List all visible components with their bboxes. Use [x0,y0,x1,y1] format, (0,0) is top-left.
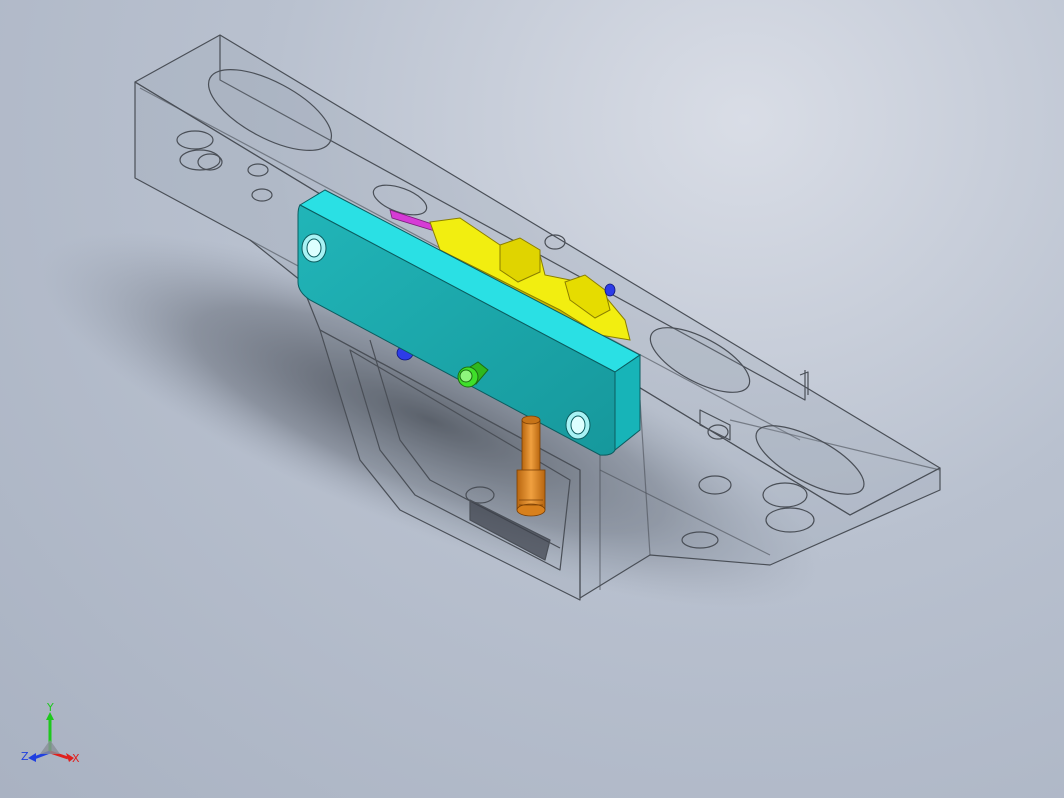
triad-y-label: Y [46,701,54,714]
coordinate-triad[interactable]: Y X Z [20,700,90,770]
triad-z-label: Z [21,750,29,763]
triad-center [40,740,60,754]
3d-viewport[interactable]: Y X Z [0,0,1064,798]
triad-x-label: X [72,752,80,765]
pin-rear [604,283,616,297]
model-scene[interactable] [0,0,1064,798]
